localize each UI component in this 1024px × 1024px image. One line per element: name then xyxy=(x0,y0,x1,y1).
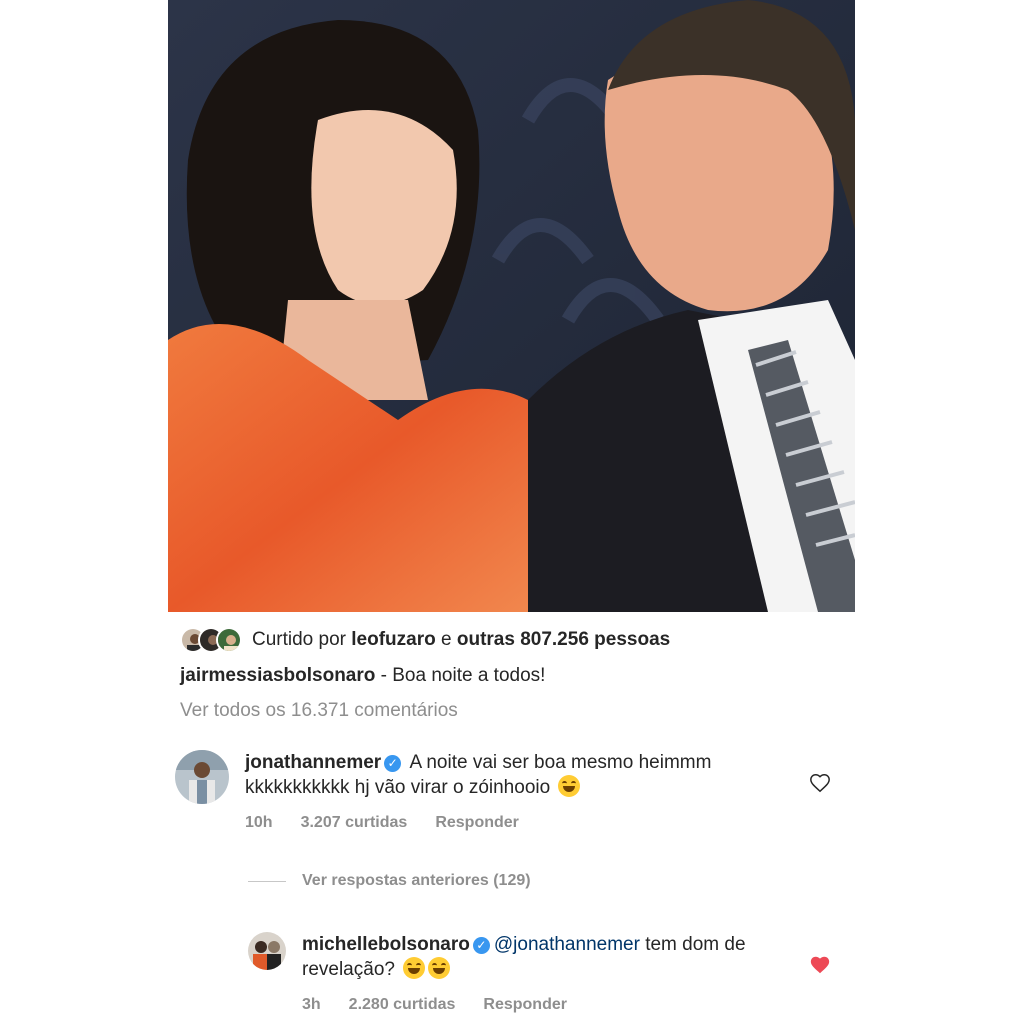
liker-avatars[interactable] xyxy=(180,627,242,653)
post-caption: jairmessiasbolsonaro - Boa noite a todos… xyxy=(180,665,545,687)
likes-connector: e xyxy=(435,629,457,650)
avatar[interactable] xyxy=(175,750,229,804)
heart-filled-icon[interactable] xyxy=(809,954,831,976)
comment-likes-count[interactable]: 2.280 curtidas xyxy=(349,996,456,1013)
likes-text: Curtido por leofuzaro e outras 807.256 p… xyxy=(252,629,670,651)
caption-text: - Boa noite a todos! xyxy=(375,665,546,686)
verified-badge-icon: ✓ xyxy=(384,755,402,772)
comment-time: 3h xyxy=(302,996,321,1013)
comment-body: michellebolsonaro ✓ @jonathannemer tem dom… xyxy=(302,932,822,982)
avatar[interactable] xyxy=(248,932,286,970)
likes-summary[interactable]: Curtido por leofuzaro e outras 807.256 p… xyxy=(180,624,670,656)
comment-time: 10h xyxy=(245,814,273,831)
liker-avatar xyxy=(216,627,242,653)
replies-divider xyxy=(248,880,286,882)
verified-badge-icon: ✓ xyxy=(472,937,490,954)
comment-username[interactable]: michellebolsonaro xyxy=(302,934,470,955)
likes-prefix: Curtido por xyxy=(252,629,352,650)
post-photo-image xyxy=(168,0,855,612)
tears-of-joy-emoji-icon xyxy=(428,957,451,979)
comment-body: jonathannemer ✓ A noite vai ser boa mesmo… xyxy=(245,750,765,800)
view-all-comments-link[interactable]: Ver todos os 16.371 comentários xyxy=(180,700,458,722)
view-previous-replies-label[interactable]: Ver respostas anteriores (129) xyxy=(302,872,531,890)
tears-of-joy-emoji-icon xyxy=(558,775,581,797)
liker-username[interactable]: leofuzaro xyxy=(351,629,435,650)
mention-link[interactable]: @jonathannemer xyxy=(494,934,640,955)
caption-username[interactable]: jairmessiasbolsonaro xyxy=(180,665,375,686)
comment-meta: 10h 3.207 curtidas Responder xyxy=(245,814,547,832)
reply-button[interactable]: Responder xyxy=(483,996,567,1013)
view-previous-replies[interactable]: Ver respostas anteriores (129) xyxy=(248,872,531,890)
reply-button[interactable]: Responder xyxy=(435,814,519,831)
comment-username[interactable]: jonathannemer xyxy=(245,752,381,773)
tears-of-joy-emoji-icon xyxy=(403,957,426,979)
post-photo[interactable] xyxy=(168,0,855,612)
heart-outline-icon[interactable] xyxy=(809,772,831,794)
likes-others-link[interactable]: outras 807.256 pessoas xyxy=(457,629,670,650)
comment-likes-count[interactable]: 3.207 curtidas xyxy=(301,814,408,831)
comment-meta: 3h 2.280 curtidas Responder xyxy=(302,996,595,1014)
